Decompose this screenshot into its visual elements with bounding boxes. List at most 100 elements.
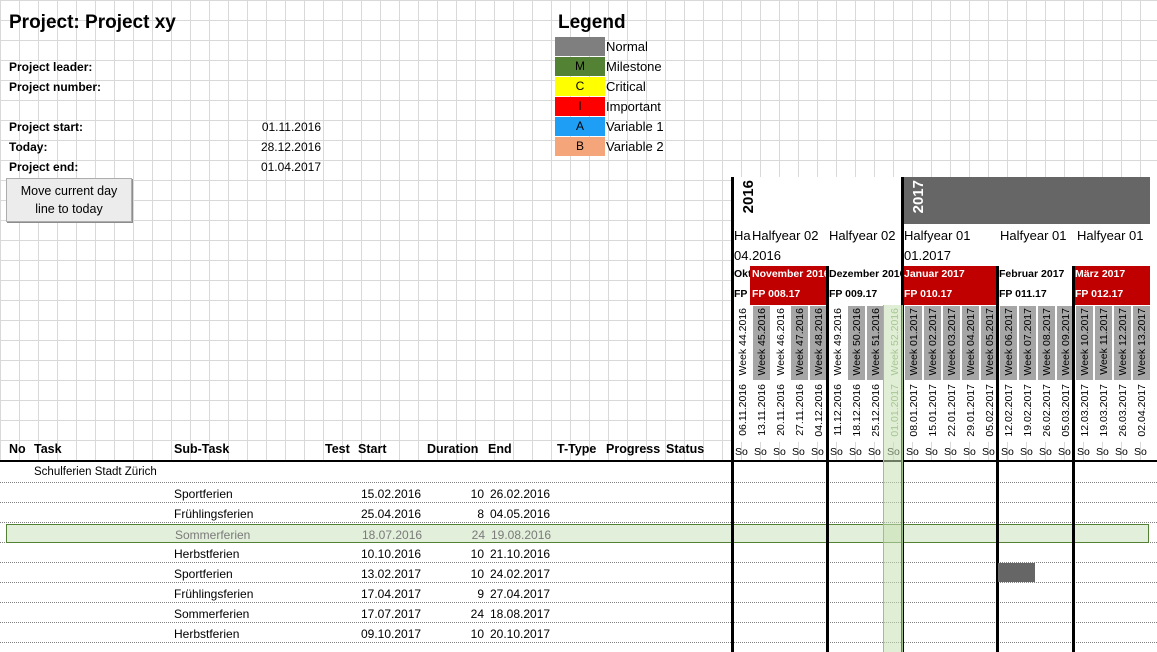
day-label: So <box>1096 446 1109 458</box>
month-cell: Februar 2017 FP 011.17 <box>997 266 1073 305</box>
subtask-cell: Sportferien <box>174 567 233 581</box>
week-label: Week 07.2017 <box>1022 308 1034 376</box>
week-label: Week 08.2017 <box>1041 308 1053 376</box>
project-end-value[interactable]: 01.04.2017 <box>211 160 321 174</box>
week-label: Week 47.2016 <box>794 308 806 376</box>
fp-label: FP 0 <box>734 288 750 300</box>
legend-label: Variable 1 <box>606 119 664 134</box>
end-cell: 24.02.2017 <box>490 567 551 581</box>
week-date: 15.01.2017 <box>927 384 939 437</box>
legend-label: Milestone <box>606 59 662 74</box>
move-day-line-button[interactable]: Move current day line to today <box>6 178 132 222</box>
week-label: Week 01.2017 <box>908 308 920 376</box>
week-date: 08.01.2017 <box>908 384 920 437</box>
day-label: So <box>830 446 843 458</box>
month-cell: Okt FP 0 <box>732 266 750 305</box>
day-label: So <box>735 446 748 458</box>
subtask-cell: Sommerferien <box>175 528 251 542</box>
duration-cell: 9 <box>477 587 484 601</box>
week-label: Week 05.2017 <box>984 308 996 376</box>
halfyear-3: Halfyear 02 <box>829 228 896 243</box>
legend-label: Critical <box>606 79 646 94</box>
subtask-cell: Herbstferien <box>174 627 240 641</box>
table-row[interactable]: Frühlingsferien 17.04.2017 9 27.04.2017 <box>0 584 1157 603</box>
duration-cell: 24 <box>471 528 485 542</box>
project-start-value[interactable]: 01.11.2016 <box>211 120 321 134</box>
legend-swatch: A <box>555 117 605 136</box>
month-cell: März 2017 FP 012.17 <box>1073 266 1150 305</box>
month-cell: Dezember 2016 FP 009.17 <box>827 266 902 305</box>
end-cell: 20.10.2017 <box>490 627 551 641</box>
month-label: Februar 2017 <box>999 268 1065 280</box>
group-title[interactable]: Schulferien Stadt Zürich <box>34 466 157 478</box>
subtask-cell: Herbstferien <box>174 547 240 561</box>
week-date: 02.04.2017 <box>1136 384 1148 437</box>
col-progress[interactable]: Progress <box>606 442 660 456</box>
project-title: Project: Project xy <box>9 12 176 33</box>
fp-label: FP 010.17 <box>904 288 953 300</box>
legend-label: Important <box>606 99 661 114</box>
month-divider-mar <box>1072 266 1075 652</box>
day-label: So <box>792 446 805 458</box>
day-label: So <box>906 446 919 458</box>
end-cell: 18.08.2017 <box>490 607 551 621</box>
halfyear-date-1: 04.2016 <box>734 248 781 263</box>
legend-label: Variable 2 <box>606 139 664 154</box>
table-row[interactable]: Sommerferien 18.07.2016 24 19.08.2016 <box>6 524 1149 543</box>
week-label: Week 09.2017 <box>1060 308 1072 376</box>
col-ttype[interactable]: T-Type <box>557 442 596 456</box>
table-row[interactable]: Sommerferien 17.07.2017 24 18.08.2017 <box>0 604 1157 623</box>
legend-swatch: I <box>555 97 605 116</box>
week-date: 13.11.2016 <box>756 384 768 436</box>
day-label: So <box>849 446 862 458</box>
col-task[interactable]: Task <box>34 442 62 456</box>
col-no[interactable]: No <box>9 442 26 456</box>
day-label: So <box>868 446 881 458</box>
week-date: 04.12.2016 <box>813 384 825 437</box>
table-row[interactable]: Herbstferien 09.10.2017 10 20.10.2017 <box>0 624 1157 643</box>
week-date: 22.01.2017 <box>946 384 958 437</box>
table-row[interactable]: Sportferien 13.02.2017 10 24.02.2017 <box>0 564 1157 583</box>
halfyear-1: Ha <box>734 228 751 243</box>
gantt-bar-sportferien-2017[interactable] <box>998 563 1035 582</box>
day-label: So <box>1077 446 1090 458</box>
day-label: So <box>1134 446 1147 458</box>
week-label: Week 10.2017 <box>1079 308 1091 376</box>
day-label: So <box>944 446 957 458</box>
duration-cell: 8 <box>477 507 484 521</box>
col-start[interactable]: Start <box>358 442 386 456</box>
week-date: 26.03.2017 <box>1117 384 1129 437</box>
col-status[interactable]: Status <box>666 442 704 456</box>
col-end[interactable]: End <box>488 442 512 456</box>
start-cell: 09.10.2017 <box>361 627 422 641</box>
legend-swatch: M <box>555 57 605 76</box>
month-label: März 2017 <box>1075 268 1126 280</box>
start-cell: 13.02.2017 <box>361 567 422 581</box>
duration-cell: 10 <box>470 547 484 561</box>
legend-title: Legend <box>558 12 626 33</box>
today-value[interactable]: 28.12.2016 <box>211 140 321 154</box>
day-label: So <box>963 446 976 458</box>
week-label: Week 02.2017 <box>927 308 939 376</box>
day-label: So <box>1020 446 1033 458</box>
col-test[interactable]: Test <box>325 442 350 456</box>
button-line-2: line to today <box>35 202 103 216</box>
col-subtask[interactable]: Sub-Task <box>174 442 229 456</box>
table-row[interactable]: Sportferien 15.02.2016 10 26.02.2016 <box>0 484 1157 503</box>
table-row[interactable]: Frühlingsferien 25.04.2016 8 04.05.2016 <box>0 504 1157 523</box>
fp-label: FP 008.17 <box>752 288 801 300</box>
col-duration[interactable]: Duration <box>427 442 478 456</box>
start-cell: 18.07.2016 <box>362 528 423 542</box>
subtask-cell: Sportferien <box>174 487 233 501</box>
legend-swatch: B <box>555 137 605 156</box>
legend-swatch: C <box>555 77 605 96</box>
week-date: 12.02.2017 <box>1003 384 1015 437</box>
table-row[interactable]: Herbstferien 10.10.2016 10 21.10.2016 <box>0 544 1157 563</box>
week-date: 18.12.2016 <box>851 384 863 437</box>
week-date: 26.02.2017 <box>1041 384 1053 437</box>
start-cell: 17.04.2017 <box>361 587 422 601</box>
week-label: Week 50.2016 <box>851 308 863 376</box>
month-divider-feb <box>996 266 999 652</box>
day-label: So <box>1115 446 1128 458</box>
timeline-start-line <box>731 177 734 652</box>
